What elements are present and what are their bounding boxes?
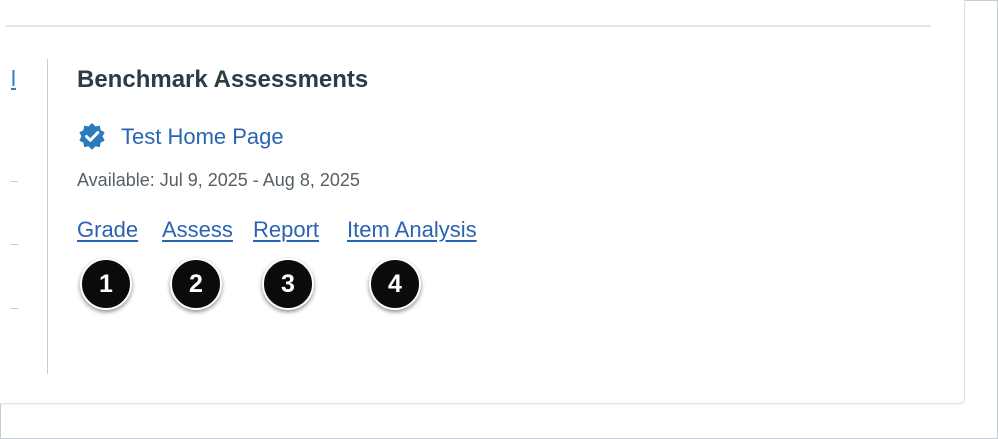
content-card [0,0,965,404]
sidebar-divider [11,181,18,182]
callout-badge: 3 [262,258,314,310]
top-divider [6,25,931,27]
sidebar-divider [11,308,18,309]
test-home-page-link[interactable]: Test Home Page [121,123,284,151]
callout-badge: 2 [170,258,222,310]
section-title: Benchmark Assessments [77,66,369,93]
callout-badge: 4 [369,258,421,310]
availability-dates: Available: Jul 9, 2025 - Aug 8, 2025 [77,170,360,190]
screen-frame: l Benchmark Assessments Test Home Page A… [0,0,998,439]
verified-badge-icon [77,122,107,152]
callout-badge: 1 [80,258,132,310]
report-link[interactable]: Report [253,216,319,244]
grade-link[interactable]: Grade [77,216,138,244]
sidebar-link-fragment[interactable]: l [11,67,16,91]
vertical-divider [47,59,48,374]
assess-link[interactable]: Assess [162,216,233,244]
sidebar-divider [11,244,18,245]
item-analysis-link[interactable]: Item Analysis [347,216,477,244]
